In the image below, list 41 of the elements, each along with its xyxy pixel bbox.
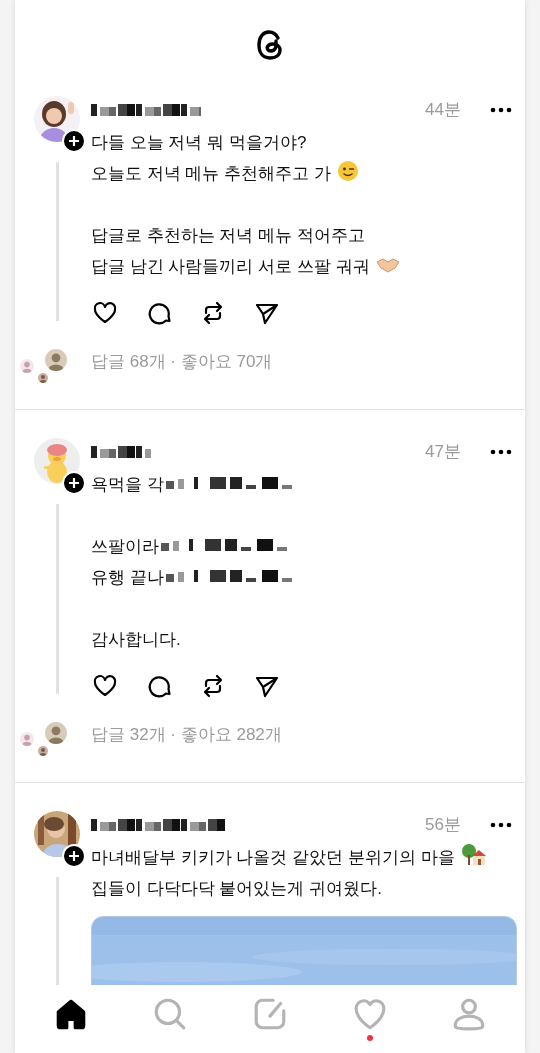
post-stats: 답글 68개 · 좋아요 70개: [91, 351, 274, 373]
post-text: 다들 오늘 저녁 뭐 먹을거야?: [91, 133, 307, 152]
avatar[interactable]: [34, 811, 80, 857]
comment-icon: [146, 300, 172, 326]
plus-icon: [68, 477, 80, 489]
more-icon: [490, 107, 512, 113]
replier-avatar: [18, 357, 36, 375]
post-text: 집들이 다닥다닥 붙어있는게 귀여웠다.: [91, 879, 382, 898]
avatar[interactable]: [34, 96, 80, 142]
heart-icon: [92, 300, 118, 326]
post-stats: 답글 32개 · 좋아요 282개: [91, 724, 283, 746]
compose-icon: [252, 996, 288, 1032]
follow-button[interactable]: [62, 129, 86, 153]
post-text: 오늘도 저녁 메뉴 추천해주고 가: [91, 164, 331, 183]
plus-icon: [68, 850, 80, 862]
more-button[interactable]: [489, 449, 513, 455]
more-icon: [490, 822, 512, 828]
comment-icon: [146, 673, 172, 699]
handshake-icon: [375, 256, 400, 274]
replier-avatar: [18, 730, 36, 748]
blurred-username: [91, 445, 151, 459]
more-button[interactable]: [489, 822, 513, 828]
heart-icon: [92, 673, 118, 699]
plus-icon: [68, 135, 80, 147]
post-text: 답글 남긴 사람들끼리 서로 쓰팔 궈궈: [91, 257, 370, 276]
winking-face-icon: [336, 160, 359, 182]
post-text: 마녀배달부 키키가 나올것 같았던 분위기의 마을: [91, 848, 455, 867]
post-text: 욕먹을 각: [91, 475, 164, 494]
follow-button[interactable]: [62, 471, 86, 495]
avatar[interactable]: [34, 438, 80, 484]
post-text: 쓰팔이라: [91, 537, 159, 556]
post-time: 47분: [425, 441, 461, 464]
follow-button[interactable]: [62, 844, 86, 868]
post-time: 56분: [425, 814, 461, 837]
post-text: 감사합니다.: [91, 630, 181, 649]
more-button[interactable]: [489, 107, 513, 113]
post-text: 답글로 추천하는 저녁 메뉴 적어주고: [91, 226, 365, 245]
post-text: 유행 끝나: [91, 568, 164, 587]
house-with-tree-icon: [460, 843, 487, 867]
more-icon: [490, 449, 512, 455]
post-time: 44분: [425, 99, 461, 122]
